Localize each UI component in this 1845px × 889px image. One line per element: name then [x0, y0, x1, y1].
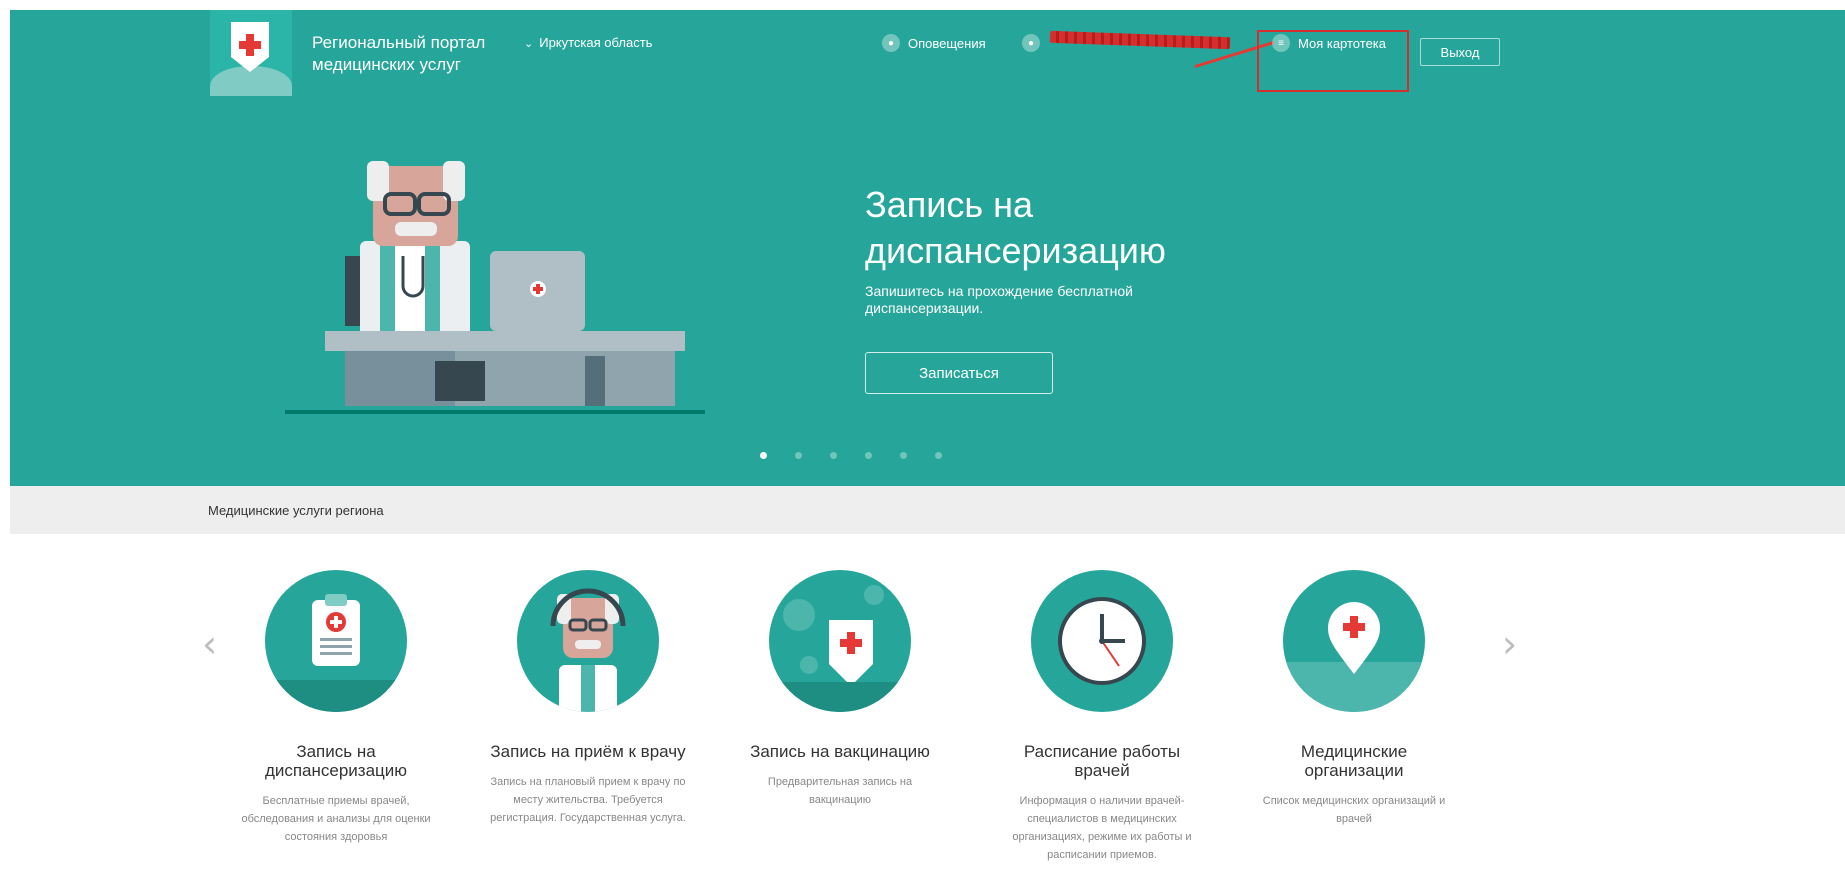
signup-button[interactable]: Записаться	[865, 352, 1053, 394]
section-bar: Медицинские услуги региона	[10, 486, 1845, 534]
top-header: Региональный портал медицинских услуг ⌄ И…	[10, 10, 1845, 96]
bell-icon: ●	[882, 34, 900, 52]
chevron-down-icon: ⌄	[524, 38, 534, 50]
hero-subtitle: Запишитесь на прохождение бесплатной дис…	[865, 283, 1133, 316]
service-description: Бесплатные приемы врачей, обследования и…	[241, 795, 431, 843]
service-name: Запись на вакцинацию	[750, 742, 930, 761]
prev-arrow-icon[interactable]: ‹	[202, 622, 217, 666]
carousel-dot[interactable]	[760, 452, 767, 459]
section-title: Медицинские услуги региона	[208, 503, 384, 518]
carousel-dots	[760, 452, 942, 459]
hero-banner: Запись на диспансеризацию Запишитесь на …	[10, 96, 1845, 486]
next-arrow-icon[interactable]: ›	[1502, 622, 1517, 666]
service-name: Запись на приём к врачу	[490, 742, 686, 761]
medical-cross-icon	[231, 22, 269, 72]
user-name-redacted	[1049, 30, 1231, 50]
portal-title[interactable]: Региональный портал медицинских услуг	[312, 32, 532, 76]
service-description: Предварительная запись на вакцинацию	[767, 776, 913, 806]
doctor-illustration	[285, 161, 705, 414]
service-card-schedule[interactable]: Расписание работы врачей Информация о на…	[1002, 570, 1202, 864]
service-card-doctor[interactable]: Запись на приём к врачу Запись на планов…	[488, 570, 688, 827]
hero-title: Запись на диспансеризацию	[865, 184, 1166, 271]
service-card-checkup[interactable]: Запись на диспансеризацию Бесплатные при…	[236, 570, 436, 846]
location-pin-icon	[1283, 570, 1425, 712]
notifications-label: Оповещения	[908, 35, 986, 51]
service-name: Запись на диспансеризацию	[264, 742, 408, 780]
notifications-link[interactable]: ● Оповещения	[882, 34, 986, 52]
service-card-vaccination[interactable]: Запись на вакцинацию Предварительная зап…	[740, 570, 940, 809]
doctor-headset-icon	[517, 570, 659, 712]
clock-icon	[1031, 570, 1173, 712]
user-icon: ●	[1022, 34, 1040, 52]
carousel-dot[interactable]	[830, 452, 837, 459]
carousel-dot[interactable]	[795, 452, 802, 459]
annotation-highlight	[1257, 30, 1409, 92]
user-profile-link[interactable]: ●	[1022, 34, 1048, 52]
portal-logo[interactable]	[210, 10, 292, 96]
service-name: Расписание работы врачей	[1023, 742, 1181, 780]
service-description: Список медицинских организаций и врачей	[1262, 795, 1446, 825]
vaccine-shield-icon	[769, 570, 911, 712]
service-description: Информация о наличии врачей-специалистов…	[1012, 795, 1192, 861]
carousel-dot[interactable]	[900, 452, 907, 459]
service-description: Запись на плановый прием к врачу по мест…	[490, 776, 686, 824]
carousel-dot[interactable]	[865, 452, 872, 459]
carousel-dot[interactable]	[935, 452, 942, 459]
logout-button[interactable]: Выход	[1420, 38, 1500, 66]
region-selector[interactable]: ⌄ Иркутская область	[524, 35, 652, 50]
region-label: Иркутская область	[539, 35, 653, 50]
service-name: Медицинские организации	[1300, 742, 1408, 780]
service-card-organizations[interactable]: Медицинские организации Список медицинск…	[1254, 570, 1454, 828]
clipboard-icon	[265, 570, 407, 712]
